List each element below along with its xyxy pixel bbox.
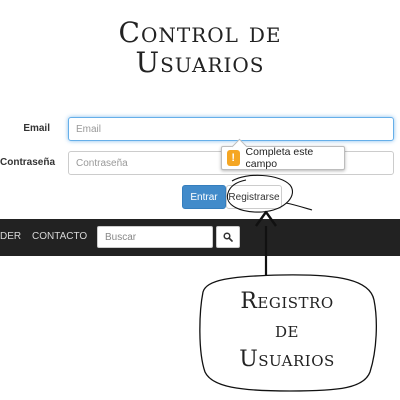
arrow-head: [255, 210, 277, 227]
annotation-line-1: Registro: [240, 289, 334, 314]
annotation-text: Registro de Usuarios: [200, 287, 374, 374]
hand-drawn-circle: [226, 174, 313, 213]
annotation-line-2: de: [275, 318, 299, 343]
annotation-line-3: Usuarios: [239, 347, 335, 372]
